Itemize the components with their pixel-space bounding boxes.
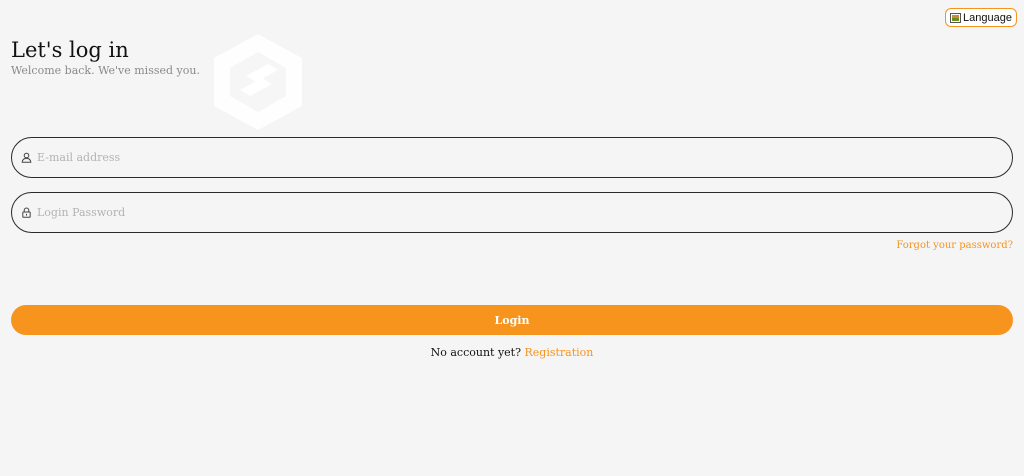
page-subtitle: Welcome back. We've missed you. — [11, 64, 200, 77]
no-account-text: No account yet? — [430, 346, 521, 359]
email-input[interactable] — [37, 138, 1012, 177]
forgot-password-link[interactable]: Forgot your password? — [896, 240, 1013, 251]
password-field[interactable] — [11, 192, 1013, 233]
login-button[interactable]: Login — [11, 305, 1013, 335]
email-field[interactable] — [11, 137, 1013, 178]
registration-link[interactable]: Registration — [524, 346, 593, 359]
flag-icon — [950, 12, 962, 23]
language-button[interactable]: Language — [945, 8, 1017, 27]
registration-prompt: No account yet? Registration — [0, 346, 1024, 359]
logo-watermark-icon — [206, 30, 310, 134]
login-page: Language Let's log in Welcome back. We'v… — [0, 0, 1024, 476]
password-input[interactable] — [37, 193, 1012, 232]
user-icon — [21, 152, 32, 163]
lock-icon — [21, 207, 32, 218]
page-title: Let's log in — [11, 38, 129, 62]
language-label: Language — [963, 11, 1012, 24]
